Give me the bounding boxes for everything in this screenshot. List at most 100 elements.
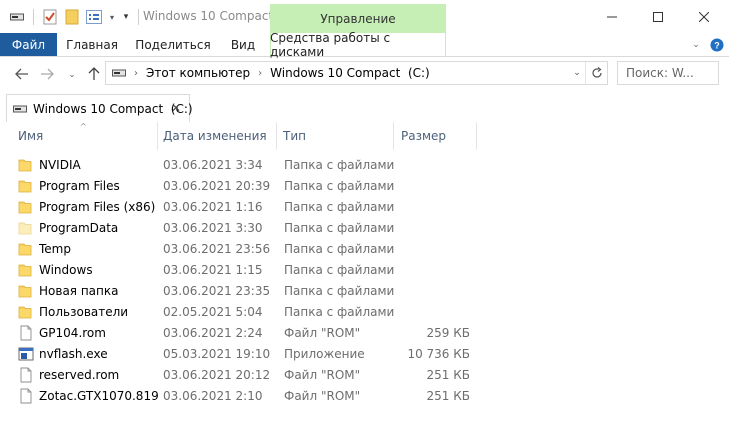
file-type: Папка с файлами (284, 178, 395, 193)
minimize-icon (607, 16, 617, 17)
column-header-type[interactable]: Тип (277, 122, 394, 150)
file-size (398, 154, 470, 175)
file-row[interactable]: Temp 03.06.2021 23:56 Папка с файлами (0, 238, 729, 259)
rename-icon[interactable] (85, 8, 103, 26)
file-size: 10 736 КБ (407, 346, 470, 361)
file-row[interactable]: nvflash.exe 05.03.2021 19:10 Приложение 10 … (0, 343, 729, 364)
file-row[interactable]: Program Files 03.06.2021 20:39 Папка с фай… (0, 175, 729, 196)
file-date: 02.05.2021 5:04 (163, 304, 263, 319)
drive-icon[interactable] (8, 8, 26, 26)
file-name-cell[interactable]: Zotac.GTX1070.819.... (18, 385, 158, 406)
folder-tab[interactable]: Windows 10 Compact (C:) ✕ (6, 94, 193, 122)
file-row[interactable]: reserved.rom 03.06.2021 20:12 Файл "ROM" 25… (0, 364, 729, 385)
tab-home[interactable]: Главная (57, 33, 127, 56)
maximize-button[interactable] (635, 0, 681, 33)
folder-hidden-icon (18, 220, 34, 236)
file-name-cell[interactable]: GP104.rom (18, 322, 158, 343)
title-bar: ▾ ▾ Windows 10 Compact (C:) Управление (0, 0, 729, 33)
address-row: ⌄ › Этот компьютер › Windows 10 Compact … (0, 57, 729, 90)
file-size: 251 КБ (426, 367, 470, 382)
minimize-button[interactable] (589, 0, 635, 33)
maximize-icon (653, 11, 663, 22)
address-bar[interactable]: › Этот компьютер › Windows 10 Compact (C… (105, 61, 608, 85)
column-headers: ^ Имя Дата изменения Тип Размер (0, 122, 729, 150)
file-row[interactable]: Пользователи 02.05.2021 5:04 Папка с файла… (0, 301, 729, 322)
file-row[interactable]: NVIDIA 03.06.2021 3:34 Папка с файлами (0, 154, 729, 175)
tab-share[interactable]: Поделиться (127, 33, 219, 56)
up-button[interactable] (84, 64, 104, 84)
help-icon: ? (710, 38, 724, 52)
expand-ribbon-icon[interactable]: ⌄ (688, 37, 704, 53)
chevron-down-icon[interactable]: ▾ (107, 8, 117, 26)
back-button[interactable] (12, 64, 32, 84)
breadcrumb-drive[interactable]: Windows 10 Compact (C:) (270, 66, 430, 80)
ribbon-tabs: Файл Главная Поделиться Вид Средства раб… (0, 31, 729, 59)
refresh-button[interactable] (585, 62, 607, 84)
breadcrumb-separator-icon[interactable]: › (134, 68, 138, 79)
column-header-name[interactable]: Имя (12, 122, 158, 150)
folder-icon (18, 178, 34, 194)
close-button[interactable] (681, 0, 727, 33)
file-name: Zotac.GTX1070.819.... (39, 388, 158, 403)
file-row[interactable]: Windows 03.06.2021 1:15 Папка с файлами (0, 259, 729, 280)
file-size (398, 175, 470, 196)
file-name: nvflash.exe (39, 346, 108, 361)
file-name-cell[interactable]: ProgramData (18, 217, 158, 238)
file-type: Папка с файлами (284, 241, 395, 256)
column-header-size[interactable]: Размер (395, 122, 477, 150)
file-type: Папка с файлами (284, 262, 395, 277)
context-tab-header: Управление (270, 4, 446, 33)
file-name-cell[interactable]: NVIDIA (18, 154, 158, 175)
file-name-cell[interactable]: nvflash.exe (18, 343, 158, 364)
file-name: GP104.rom (39, 325, 106, 340)
file-size (398, 259, 470, 280)
file-date: 03.06.2021 23:35 (163, 283, 271, 298)
file-icon (18, 325, 34, 341)
new-folder-icon[interactable] (63, 8, 81, 26)
file-name: NVIDIA (39, 157, 81, 172)
file-type: Папка с файлами (284, 157, 395, 172)
file-name-cell[interactable]: Program Files (18, 175, 158, 196)
file-type: Файл "ROM" (284, 367, 361, 382)
search-input[interactable]: Поиск: W... (617, 61, 719, 85)
file-type: Папка с файлами (284, 304, 395, 319)
file-row[interactable]: Program Files (x86) 03.06.2021 1:16 Папка … (0, 196, 729, 217)
close-icon (699, 11, 709, 22)
properties-icon[interactable] (41, 8, 59, 26)
address-history-button[interactable]: ⌄ (569, 62, 585, 84)
help-button[interactable]: ? (709, 37, 725, 53)
toolbar-divider (33, 9, 34, 25)
file-size: 259 КБ (426, 325, 470, 340)
file-row[interactable]: Zotac.GTX1070.819.... 03.06.2021 2:10 Файл… (0, 385, 729, 406)
chevron-down-icon: ⌄ (573, 68, 581, 78)
forward-button[interactable] (37, 64, 57, 84)
tab-view[interactable]: Вид (219, 33, 267, 56)
file-row[interactable]: GP104.rom 03.06.2021 2:24 Файл "ROM" 259 КБ (0, 322, 729, 343)
column-header-date[interactable]: Дата изменения (157, 122, 277, 150)
breadcrumb-this-pc[interactable]: Этот компьютер (146, 66, 250, 80)
folder-icon (18, 262, 34, 278)
file-name: reserved.rom (39, 367, 120, 382)
file-name-cell[interactable]: Пользователи (18, 301, 158, 322)
file-date: 03.06.2021 20:39 (163, 178, 271, 193)
drive-icon (13, 104, 27, 114)
drive-icon (112, 68, 126, 78)
file-name-cell[interactable]: Program Files (x86) (18, 196, 158, 217)
breadcrumb-separator-icon[interactable]: › (258, 68, 262, 79)
recent-locations-button[interactable]: ⌄ (62, 64, 82, 84)
tab-file[interactable]: Файл (0, 33, 57, 56)
file-row[interactable]: Новая папка 03.06.2021 23:35 Папка с файла… (0, 280, 729, 301)
file-date: 03.06.2021 2:24 (163, 325, 263, 340)
tab-drive-tools[interactable]: Средства работы с дисками (270, 31, 446, 59)
file-name-cell[interactable]: reserved.rom (18, 364, 158, 385)
customize-toolbar-icon[interactable]: ▾ (121, 8, 131, 26)
close-tab-icon[interactable]: ✕ (171, 101, 181, 115)
file-name-cell[interactable]: Новая папка (18, 280, 158, 301)
exe-icon (18, 346, 34, 362)
file-size (398, 217, 470, 238)
file-row[interactable]: ProgramData 03.06.2021 3:30 Папка с файлам… (0, 217, 729, 238)
file-name-cell[interactable]: Temp (18, 238, 158, 259)
file-size: 251 КБ (426, 388, 470, 403)
file-name-cell[interactable]: Windows (18, 259, 158, 280)
folder-tab-label: Windows 10 Compact (C:) (33, 101, 193, 116)
